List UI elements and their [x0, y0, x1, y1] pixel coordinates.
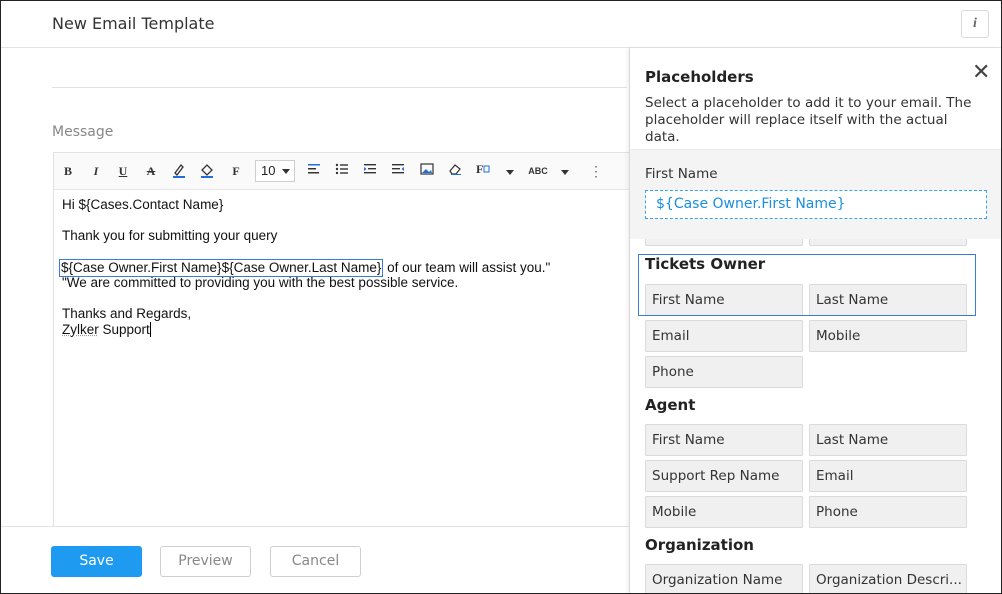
font-size-value: 10 [261, 163, 276, 178]
more-options-icon[interactable]: ⋮ [589, 162, 603, 180]
page-title: New Email Template [52, 14, 215, 33]
insert-image-icon[interactable] [420, 162, 434, 180]
font-size-select[interactable]: 10 [255, 160, 295, 182]
align-left-icon[interactable] [307, 162, 321, 180]
panel-description: Select a placeholder to add it to your e… [645, 95, 972, 145]
placeholders-panel: Placeholders ✕ Select a placeholder to a… [629, 48, 1001, 593]
app-frame: New Email Template i Message B I U A F 1… [0, 0, 1002, 594]
highlight-box [638, 254, 976, 316]
field-divider [52, 87, 627, 88]
chip-agent-phone[interactable]: Phone [809, 496, 967, 528]
chip-tickets-owner-mobile[interactable]: Mobile [809, 320, 967, 352]
line-regards: Thanks and Regards, [62, 306, 192, 321]
background-color-icon[interactable] [200, 162, 214, 180]
panel-title: Placeholders [645, 68, 754, 86]
text-cursor [149, 322, 151, 337]
inserted-placeholder[interactable]: ${Case Owner.First Name}${Case Owner.Las… [59, 259, 384, 277]
editor-toolbar: B I U A F 10 F ABC ⋮ [54, 153, 634, 190]
group-title-organization: Organization [645, 536, 754, 554]
message-editor[interactable]: B I U A F 10 F ABC ⋮ Hi ${Cases.Contact … [53, 152, 634, 527]
chip-agent-support-rep-name[interactable]: Support Rep Name [645, 460, 803, 492]
line-assist-text: of our team will assist you." [383, 260, 551, 275]
signature-company: Zylker [62, 322, 99, 337]
eraser-icon[interactable] [448, 162, 462, 180]
svg-text:F: F [476, 162, 483, 176]
chevron-down-icon[interactable] [561, 170, 569, 175]
chip-tickets-owner-phone[interactable]: Phone [645, 356, 803, 388]
line-assist: ${Case Owner.First Name}${Case Owner.Las… [59, 259, 551, 277]
placeholder-list[interactable]: Tickets Owner First Name Last Name Email… [630, 239, 1001, 593]
indent-icon[interactable] [363, 162, 377, 180]
selected-placeholder-area: First Name ${Case Owner.First Name} [630, 149, 1001, 239]
bold-button[interactable]: B [62, 162, 74, 180]
save-button[interactable]: Save [51, 546, 142, 577]
chevron-down-icon[interactable] [506, 170, 514, 175]
italic-button[interactable]: I [90, 162, 102, 180]
placeholder-insert-icon[interactable]: F [475, 162, 491, 180]
underline-button[interactable]: U [117, 162, 129, 180]
strikethrough-button[interactable]: A [145, 162, 157, 180]
bullet-list-icon[interactable] [335, 162, 349, 180]
chip-agent-first-name[interactable]: First Name [645, 424, 803, 456]
chip-organization-description[interactable]: Organization Descri... [809, 564, 967, 593]
selected-placeholder-label: First Name [645, 166, 718, 182]
chip-tickets-owner-email[interactable]: Email [645, 320, 803, 352]
group-title-agent: Agent [645, 396, 696, 414]
chip-agent-last-name[interactable]: Last Name [809, 424, 967, 456]
chip-agent-mobile[interactable]: Mobile [645, 496, 803, 528]
info-icon[interactable]: i [961, 10, 989, 38]
preview-button[interactable]: Preview [160, 546, 251, 577]
chip-organization-name[interactable]: Organization Name [645, 564, 803, 593]
page-header: New Email Template i [1, 1, 1001, 48]
spellcheck-button[interactable]: ABC [527, 162, 549, 180]
clipped-chip [809, 239, 967, 246]
line-signature: Zylker Support [62, 322, 151, 338]
text-color-icon[interactable] [172, 162, 186, 180]
line-commit: "We are committed to providing you with … [62, 275, 459, 290]
selected-placeholder-field[interactable]: ${Case Owner.First Name} [645, 190, 987, 219]
footer-divider [1, 526, 629, 527]
chevron-down-icon [282, 169, 290, 174]
outdent-icon[interactable] [391, 162, 405, 180]
clipped-chip [645, 239, 803, 246]
message-label: Message [52, 124, 114, 140]
cancel-button[interactable]: Cancel [270, 546, 361, 577]
font-family-button[interactable]: F [230, 162, 242, 180]
line-thanks: Thank you for submitting your query [62, 228, 278, 243]
chip-agent-email[interactable]: Email [809, 460, 967, 492]
line-greeting: Hi ${Cases.Contact Name} [62, 197, 224, 212]
signature-team: Support [98, 322, 150, 337]
close-icon[interactable]: ✕ [972, 60, 990, 85]
